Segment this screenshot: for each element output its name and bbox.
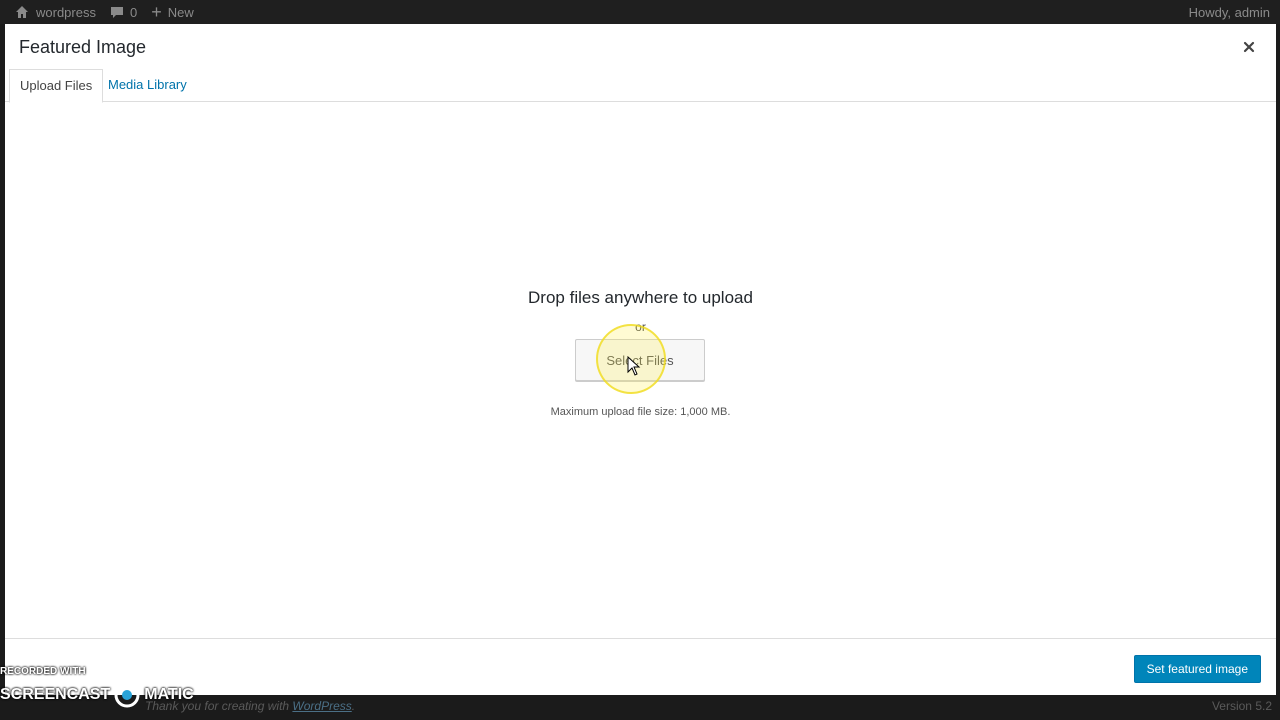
- or-text: or: [635, 320, 646, 334]
- footer-thanks: Thank you for creating with WordPress.: [145, 699, 355, 713]
- admin-bar-account[interactable]: Howdy, admin: [1189, 5, 1270, 20]
- page-footer: Thank you for creating with WordPress. V…: [0, 695, 1280, 720]
- set-featured-image-button[interactable]: Set featured image: [1133, 655, 1261, 683]
- modal-title: Featured Image: [19, 37, 147, 57]
- drop-files-text: Drop files anywhere to upload: [528, 288, 753, 307]
- home-icon: [16, 6, 28, 18]
- comment-icon: [110, 7, 123, 18]
- admin-bar: wordpress 0 + New Howdy, admin: [0, 0, 1280, 24]
- media-modal: Featured Image Upload Files Media Librar…: [5, 24, 1276, 695]
- footer-thanks-suffix: .: [351, 699, 356, 713]
- wordpress-link[interactable]: WordPress: [292, 699, 351, 713]
- greeting: Howdy, admin: [1188, 4, 1270, 20]
- modal-toolbar: Set featured image: [5, 638, 1276, 695]
- backdrop-right: [1276, 24, 1280, 695]
- modal-tabs: Upload Files Media Library: [5, 69, 1276, 103]
- admin-bar-site[interactable]: wordpress: [14, 4, 96, 20]
- close-icon: [1243, 41, 1255, 53]
- close-button[interactable]: [1238, 36, 1260, 58]
- comments-count: 0: [129, 4, 138, 20]
- footer-thanks-prefix: Thank you for creating with: [145, 699, 293, 713]
- max-upload-size: Maximum upload file size: 1,000 MB.: [550, 406, 731, 418]
- tab-media-library[interactable]: Media Library: [98, 69, 197, 102]
- footer-version: Version 5.2: [1211, 699, 1272, 713]
- select-files-button[interactable]: Select Files: [575, 339, 705, 381]
- admin-bar-comments[interactable]: 0: [110, 5, 137, 20]
- tab-upload-files[interactable]: Upload Files: [9, 69, 104, 103]
- site-name: wordpress: [36, 4, 96, 20]
- plus-icon: +: [151, 2, 162, 22]
- admin-bar-new[interactable]: + New: [151, 2, 194, 22]
- new-label: New: [167, 4, 194, 20]
